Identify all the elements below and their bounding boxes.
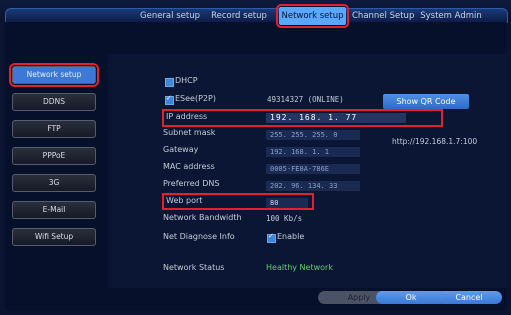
esee-id-value: 49314327 (ONLINE) — [267, 95, 344, 104]
esee-checkbox[interactable] — [165, 94, 174, 105]
mac-address-value: 0005-FE8A-786E — [266, 164, 360, 174]
tab-network-setup[interactable]: Network setup — [276, 4, 349, 28]
web-port-field[interactable]: 80 — [266, 198, 308, 208]
ip-address-label: IP address — [166, 112, 208, 121]
sidebar-item-ddns[interactable]: DDNS — [12, 93, 96, 111]
sidebar-item-ftp[interactable]: FTP — [12, 120, 96, 138]
tab-channel-setup[interactable]: Channel Setup — [352, 7, 414, 25]
network-status-label: Network Status — [163, 263, 225, 272]
esee-label: ESee(P2P) — [175, 94, 216, 103]
mac-address-label: MAC address — [163, 162, 215, 171]
web-access-url: http://192.168.1.7:100 — [392, 137, 478, 146]
sidebar-item-wifi-setup[interactable]: Wifi Setup — [12, 228, 96, 246]
web-port-label: Web port — [166, 196, 203, 205]
tab-bar — [108, 22, 506, 54]
sidebar-item-pppoe[interactable]: PPPoE — [12, 147, 96, 165]
show-qr-code-button[interactable]: Show QR Code — [383, 94, 469, 109]
network-bandwidth-value: 100 Kb/s — [266, 214, 303, 223]
dhcp-label: DHCP — [175, 76, 198, 85]
subnet-mask-field[interactable]: 255. 255. 255. 0 — [266, 130, 360, 140]
gateway-field[interactable]: 192. 168. 1. 1 — [266, 147, 360, 157]
preferred-dns-field[interactable]: 202. 96. 134. 33 — [266, 181, 360, 191]
preferred-dns-label: Preferred DNS — [163, 179, 220, 188]
tab-general-setup[interactable]: General setup — [138, 7, 202, 25]
net-diagnose-checkbox[interactable] — [267, 232, 276, 243]
sidebar-item-email[interactable]: E-Mail — [12, 201, 96, 219]
ip-address-field[interactable]: 192. 168. 1. 77 — [266, 113, 406, 123]
network-bandwidth-label: Network Bandwidth — [163, 213, 242, 222]
subnet-mask-label: Subnet mask — [163, 128, 216, 137]
gateway-label: Gateway — [163, 145, 199, 154]
tab-system-admin[interactable]: System Admin — [420, 7, 482, 25]
network-status-value: Healthy Network — [266, 263, 333, 272]
net-diagnose-enable-label: Enable — [277, 232, 305, 241]
sidebar-item-3g[interactable]: 3G — [12, 174, 96, 192]
dhcp-checkbox[interactable] — [165, 78, 174, 87]
sidebar-item-network-setup[interactable]: Network setup — [9, 63, 99, 87]
tab-record-setup[interactable]: Record setup — [207, 7, 271, 25]
cancel-button[interactable]: Cancel — [436, 291, 502, 304]
net-diagnose-label: Net Diagnose Info — [163, 232, 235, 241]
